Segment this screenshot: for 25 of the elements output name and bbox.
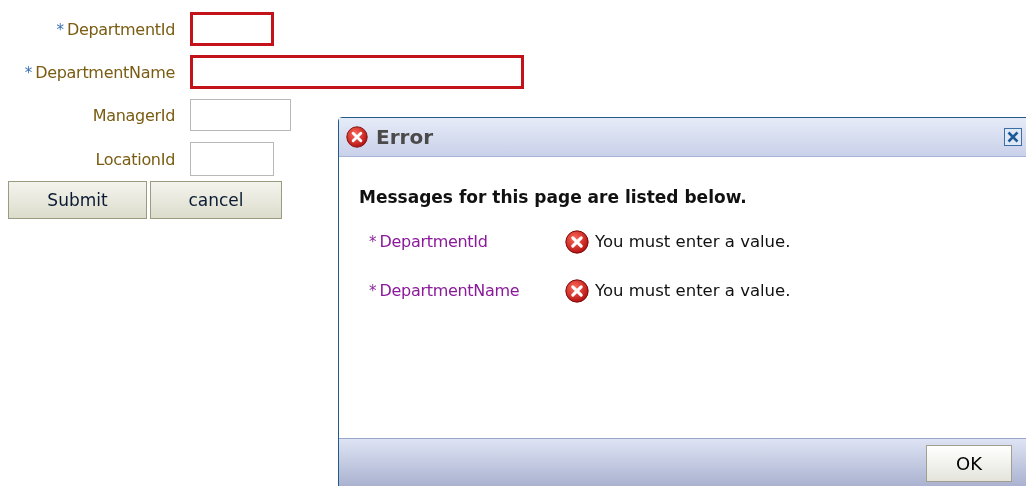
required-mark: * (24, 63, 33, 82)
required-mark: * (56, 20, 64, 39)
field-label: ManagerId (92, 105, 175, 125)
error-message: You must enter a value. (595, 232, 791, 251)
input-field[interactable] (190, 55, 524, 89)
field-label: DepartmentName (35, 62, 175, 82)
ok-button[interactable]: OK (926, 444, 1012, 482)
field-link[interactable]: DepartmentName (379, 281, 520, 300)
field-label: LocationId (95, 149, 175, 169)
input-field[interactable] (190, 142, 274, 176)
submit-button[interactable]: Submit (8, 181, 147, 219)
required-mark: * (369, 282, 377, 300)
cancel-button[interactable]: cancel (150, 181, 282, 219)
field-link[interactable]: DepartmentId (379, 232, 488, 251)
dialog-title: Error (376, 125, 433, 149)
input-field[interactable] (190, 99, 291, 131)
field-label: DepartmentId (66, 19, 175, 39)
error-icon (565, 278, 589, 303)
input-field[interactable] (190, 12, 274, 46)
close-icon[interactable] (1004, 128, 1022, 146)
required-mark: * (369, 233, 377, 251)
error-icon (565, 229, 589, 254)
error-message: You must enter a value. (595, 281, 791, 300)
message-heading: Messages for this page are listed below. (359, 187, 748, 207)
error-icon (346, 126, 368, 148)
